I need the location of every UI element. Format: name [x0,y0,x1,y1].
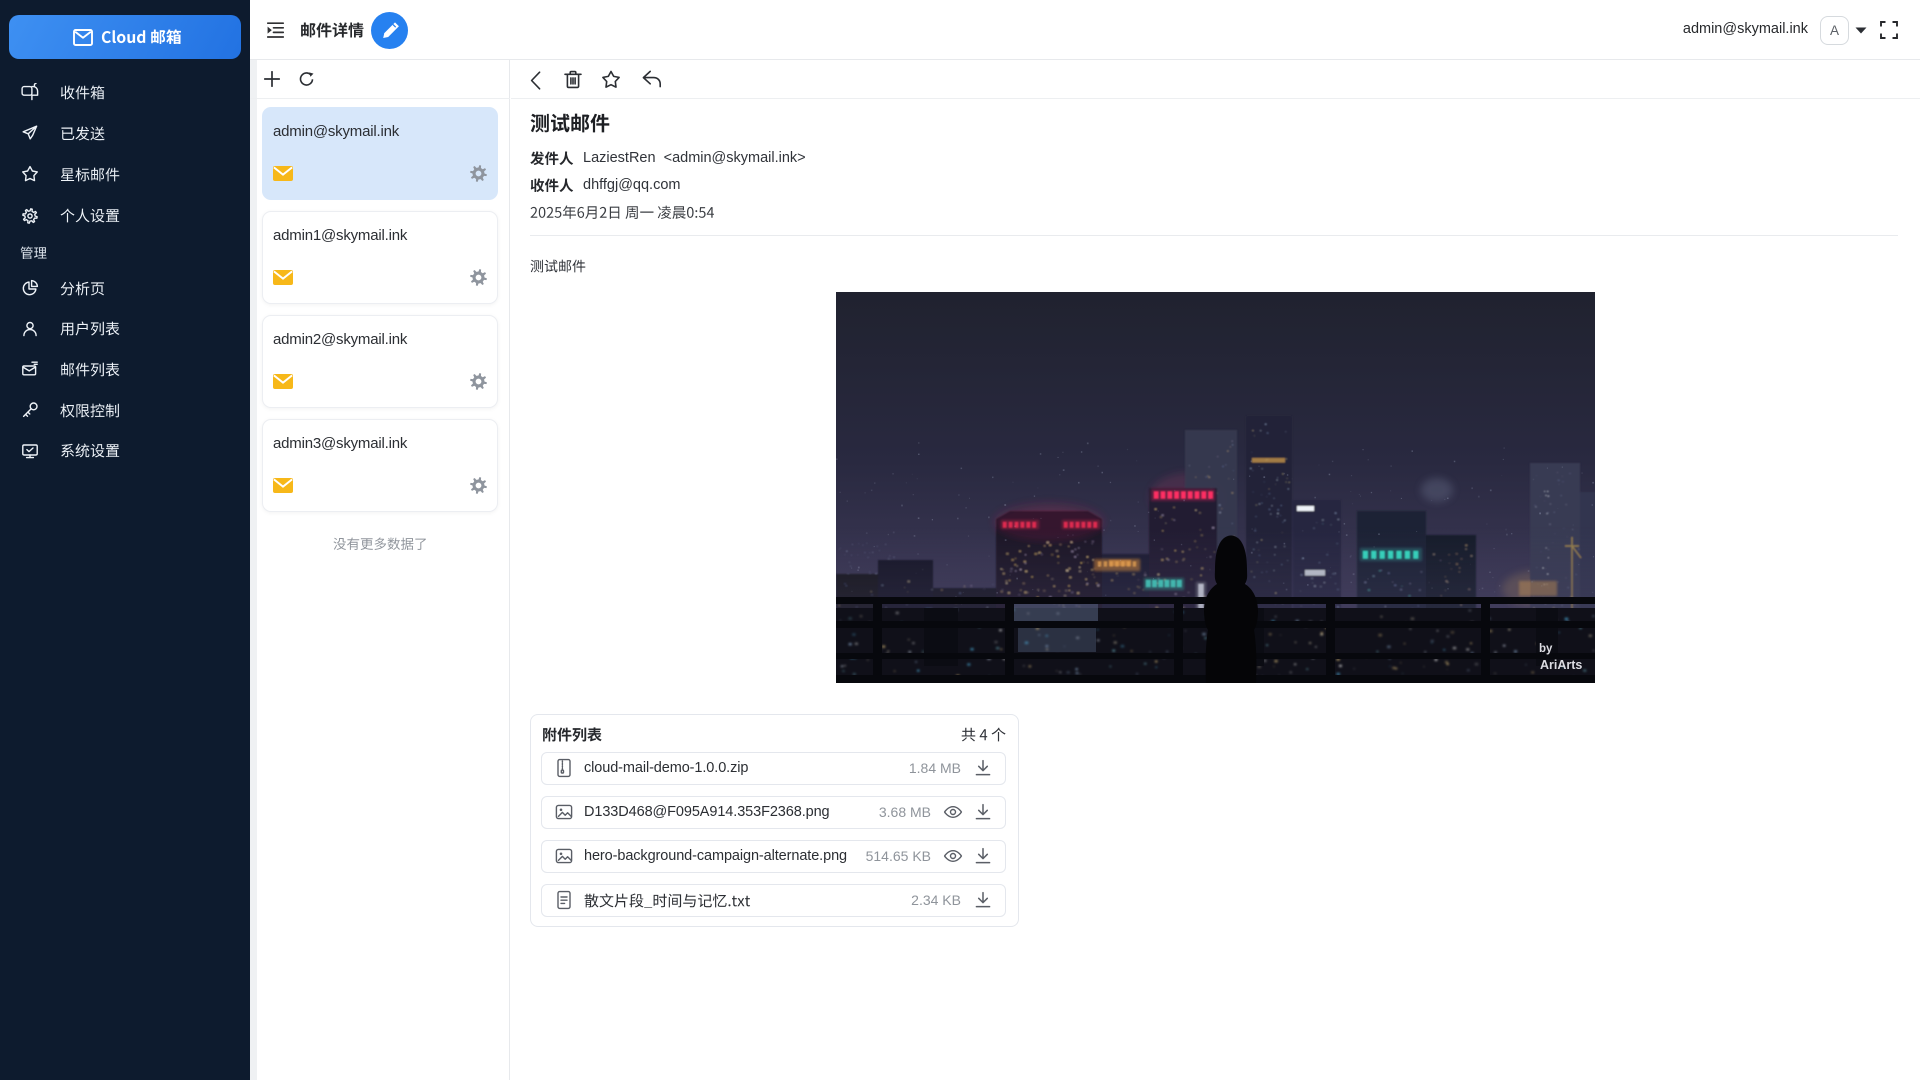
svg-text:by: by [1539,643,1553,655]
svg-text:AriArts: AriArts [1540,658,1582,672]
